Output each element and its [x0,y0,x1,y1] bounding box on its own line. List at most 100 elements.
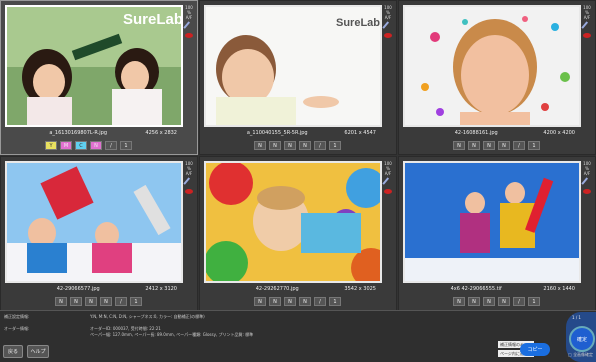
y-button[interactable]: N [453,297,465,306]
photo-cell[interactable]: 4x6 42-29066555.tif 2160 x 1440 N N N N /… [398,156,596,311]
zoom-level: 100 % [185,5,193,15]
yellow-button[interactable]: Y [45,141,57,150]
file-size: 6201 x 4547 [344,130,376,136]
photo[interactable] [403,161,581,283]
af-label: A/F [583,171,591,176]
side-panel: 100 % A/F [581,5,593,38]
af-label: A/F [384,171,392,176]
file-size: 3542 x 3025 [344,286,376,292]
adjust-controls: Y M C N / 1 [45,141,132,151]
eye-icon[interactable] [384,189,392,194]
eye-icon[interactable] [583,33,591,38]
photo-image [405,163,579,281]
d-button[interactable]: N [498,297,510,306]
c-button[interactable]: N [85,297,97,306]
photo[interactable] [204,161,382,283]
pen-icon[interactable] [183,21,195,33]
order-label: オーダー情報: [4,326,30,331]
cyan-button[interactable]: C [75,141,87,150]
pen-icon[interactable] [382,21,394,33]
m-button[interactable]: N [70,297,82,306]
side-panel: 100 % A/F [382,161,394,194]
photo-image [405,7,579,125]
zoom-level: 100 % [384,161,392,171]
eye-icon[interactable] [384,33,392,38]
c-button[interactable]: N [483,141,495,150]
count-button[interactable]: 1 [528,141,540,150]
side-panel: 100 % A/F [183,161,195,194]
file-info: 42-16088161.jpg 4200 x 4200 [403,130,581,138]
eye-icon[interactable] [583,189,591,194]
page-counter: 1 / 1 [572,315,581,320]
photo[interactable]: SureLab [5,5,183,127]
pen-icon[interactable] [581,177,593,189]
photo-cell[interactable]: 42-16088161.jpg 4200 x 4200 N N N N / 1 1… [398,0,596,155]
m-button[interactable]: N [468,141,480,150]
pen-button[interactable]: / [314,297,326,306]
count-button[interactable]: 1 [329,297,341,306]
file-name: 42-16088161.jpg [454,130,498,136]
pen-button[interactable]: / [105,141,117,150]
photo-cell[interactable]: SureLab a_16130169807L-R.jpg 4256 x 2832 … [0,0,198,155]
file-name: 42-29066577.jpg [56,286,100,292]
pen-icon[interactable] [183,177,195,189]
af-label: A/F [384,15,392,20]
c-button[interactable]: N [483,297,495,306]
af-label: A/F [185,171,193,176]
y-button[interactable]: N [254,297,266,306]
file-name: 4x6 42-29066555.tif [450,286,502,292]
count-button[interactable]: 1 [528,297,540,306]
magenta-button[interactable]: M [60,141,72,150]
correction-label: 補正設定情報: [4,314,30,319]
photo[interactable] [5,161,183,283]
file-size: 4200 x 4200 [543,130,575,136]
confirm-button[interactable]: 確定 [569,326,595,352]
side-panel: 100 % A/F [183,5,195,38]
photo[interactable]: SureLab [204,5,382,127]
pen-button[interactable]: / [513,297,525,306]
pen-button[interactable]: / [314,141,326,150]
back-button[interactable]: 戻る [3,345,23,358]
count-button[interactable]: 1 [329,141,341,150]
count-button[interactable]: 1 [120,141,132,150]
c-button[interactable]: N [284,141,296,150]
y-button[interactable]: N [254,141,266,150]
eye-icon[interactable] [185,33,193,38]
file-name: a_16130169807L-R.jpg [49,130,108,136]
all-confirm-checkbox[interactable]: □ 全画像確定 [568,352,593,358]
file-info: 4x6 42-29066555.tif 2160 x 1440 [403,286,581,294]
adjust-controls: N N N N / 1 [453,141,540,151]
pen-button[interactable]: / [513,141,525,150]
d-button[interactable]: N [498,141,510,150]
pen-icon[interactable] [581,21,593,33]
y-button[interactable]: N [453,141,465,150]
density-button[interactable]: N [90,141,102,150]
count-button[interactable]: 1 [130,297,142,306]
c-button[interactable]: N [284,297,296,306]
eye-icon[interactable] [185,189,193,194]
photo[interactable] [403,5,581,127]
y-button[interactable]: N [55,297,67,306]
file-info: 42-29066577.jpg 2412 x 3120 [5,286,183,294]
photo-cell[interactable]: 42-29262770.jpg 3542 x 3025 N N N N / 1 1… [199,156,397,311]
m-button[interactable]: N [468,297,480,306]
d-button[interactable]: N [100,297,112,306]
zoom-level: 100 % [185,161,193,171]
photo-image [7,163,181,281]
af-label: A/F [185,15,193,20]
photo-cell[interactable]: 42-29066577.jpg 2412 x 3120 N N N N / 1 1… [0,156,198,311]
photo-cell[interactable]: SureLab a_110040155_5R-5R.jpg 6201 x 4547… [199,0,397,155]
file-info: 42-29262770.jpg 3542 x 3025 [204,286,382,294]
d-button[interactable]: N [299,297,311,306]
surelab-logo: SureLab [123,11,183,28]
m-button[interactable]: N [269,141,281,150]
file-size: 2412 x 3120 [145,286,177,292]
adjust-controls: N N N N / 1 [55,297,142,307]
pen-button[interactable]: / [115,297,127,306]
copy-button[interactable]: コピー [520,343,550,356]
m-button[interactable]: N [269,297,281,306]
help-button[interactable]: ヘルプ [27,345,49,358]
pen-icon[interactable] [382,177,394,189]
correction-value: Y:N, M:N, C:N, D:N, シャープネス:0, カラー: 自動補正(… [90,314,205,319]
d-button[interactable]: N [299,141,311,150]
